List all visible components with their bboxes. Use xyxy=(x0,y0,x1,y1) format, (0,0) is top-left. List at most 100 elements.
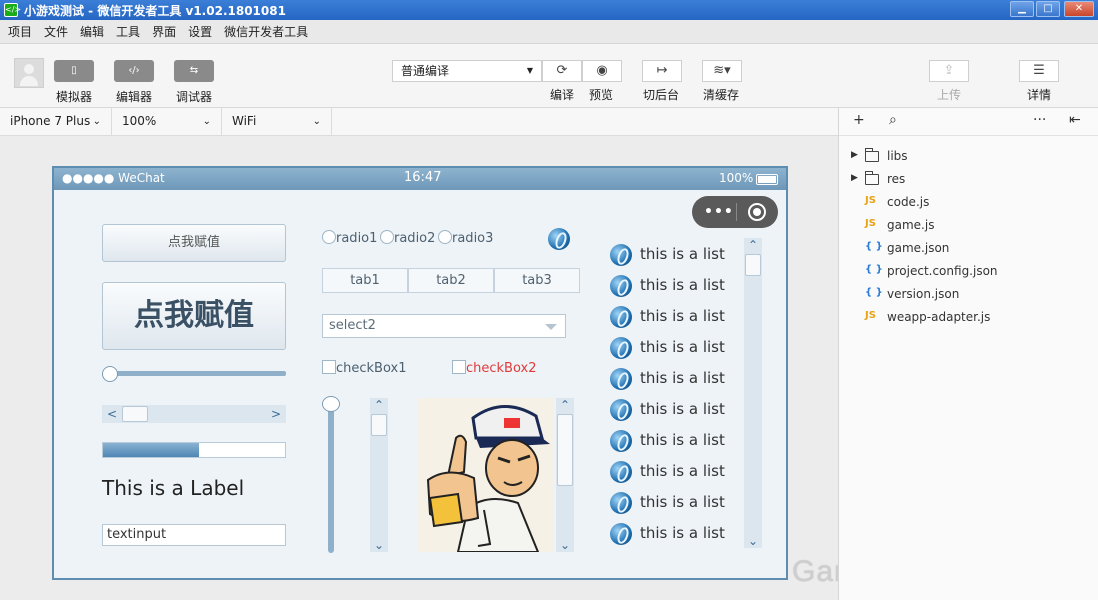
radio-circle[interactable] xyxy=(438,230,452,244)
file-item[interactable]: { } version.json xyxy=(839,283,1098,306)
debugger-label: 调试器 xyxy=(175,90,212,104)
menu-wechat-devtools[interactable]: 微信开发者工具 xyxy=(218,20,314,44)
radio-circle[interactable] xyxy=(322,230,336,244)
menu-edit[interactable]: 编辑 xyxy=(74,20,110,44)
scroll-down-icon[interactable]: ⌄ xyxy=(370,538,388,552)
list-item[interactable]: this is a list xyxy=(610,333,740,363)
scroll-up-icon[interactable]: ⌃ xyxy=(370,398,388,412)
zoom-value: 100% xyxy=(122,114,157,128)
js-file-icon: JS xyxy=(865,195,876,206)
close-window-button[interactable]: ✕ xyxy=(1064,1,1094,17)
text-input[interactable]: textinput xyxy=(102,524,286,546)
list-item[interactable]: this is a list xyxy=(610,364,740,394)
chevron-right-icon[interactable]: ▶ xyxy=(851,173,858,183)
tab-3[interactable]: tab3 xyxy=(494,268,580,293)
list-item[interactable]: this is a list xyxy=(610,488,740,518)
tab-1[interactable]: tab1 xyxy=(322,268,408,293)
label-text: This is a Label xyxy=(102,476,245,500)
carrier-signal: ●●●●● WeChat xyxy=(62,171,165,185)
scroll-thumb[interactable] xyxy=(371,414,387,436)
list-item[interactable]: this is a list xyxy=(610,457,740,487)
assign-button-small[interactable]: 点我赋值 xyxy=(102,224,286,262)
scroll-thumb[interactable] xyxy=(122,406,148,422)
scroll-thumb[interactable] xyxy=(745,254,761,276)
assign-button-large[interactable]: 点我赋值 xyxy=(102,282,286,350)
avatar[interactable] xyxy=(14,58,44,88)
list-item[interactable]: this is a list xyxy=(610,271,740,301)
code-icon: ‹/› xyxy=(114,60,154,82)
device-value: iPhone 7 Plus xyxy=(10,114,91,128)
file-item[interactable]: { } project.config.json xyxy=(839,260,1098,283)
vertical-slider-track[interactable] xyxy=(328,403,334,553)
image-vertical-scrollbar[interactable]: ⌃ ⌄ xyxy=(556,398,574,552)
radio-circle[interactable] xyxy=(380,230,394,244)
network-value: WiFi xyxy=(232,114,257,128)
debugger-toggle-button[interactable]: ⇆ 调试器 xyxy=(174,60,214,105)
background-button[interactable]: ↦ xyxy=(642,60,682,82)
file-item[interactable]: { } game.json xyxy=(839,237,1098,260)
radio-option-2[interactable]: radio2 xyxy=(380,230,435,246)
vertical-scrollbar[interactable]: ⌃ ⌄ xyxy=(370,398,388,552)
zoom-select[interactable]: 100% ⌄ xyxy=(112,108,222,135)
search-icon[interactable]: ⌕ xyxy=(889,112,897,128)
more-options-icon[interactable]: ··· xyxy=(1033,112,1046,128)
vertical-slider-thumb[interactable] xyxy=(322,396,340,412)
simulator-toggle-button[interactable]: ▯ 模拟器 xyxy=(54,60,94,105)
list-item[interactable]: this is a list xyxy=(610,240,740,270)
radio-option-1[interactable]: radio1 xyxy=(322,230,377,246)
menu-file[interactable]: 文件 xyxy=(38,20,74,44)
file-item[interactable]: JS weapp-adapter.js xyxy=(839,306,1098,329)
device-select[interactable]: iPhone 7 Plus ⌄ xyxy=(0,108,112,135)
checkbox-square[interactable] xyxy=(452,360,466,374)
more-dots-icon[interactable]: ••• xyxy=(704,204,734,220)
compile-button[interactable]: ⟳ xyxy=(542,60,582,82)
scroll-down-icon[interactable]: ⌄ xyxy=(556,538,574,552)
horizontal-slider-track[interactable] xyxy=(106,371,286,376)
close-target-icon[interactable] xyxy=(748,203,766,221)
scroll-down-icon[interactable]: ⌄ xyxy=(744,534,762,548)
tab-2[interactable]: tab2 xyxy=(408,268,494,293)
list-item[interactable]: this is a list xyxy=(610,302,740,332)
scroll-left-icon[interactable]: < xyxy=(107,405,117,423)
menu-interface[interactable]: 界面 xyxy=(146,20,182,44)
checkbox-1[interactable]: checkBox1 xyxy=(322,360,407,376)
checkbox-square[interactable] xyxy=(322,360,336,374)
maximize-button[interactable]: □ xyxy=(1036,1,1060,17)
editor-toggle-button[interactable]: ‹/› 编辑器 xyxy=(114,60,154,105)
minimize-button[interactable]: ▁ xyxy=(1010,1,1034,17)
network-select[interactable]: WiFi ⌄ xyxy=(222,108,332,135)
menu-settings[interactable]: 设置 xyxy=(182,20,218,44)
file-item[interactable]: JS code.js xyxy=(839,191,1098,214)
details-button[interactable]: ☰ xyxy=(1019,60,1059,82)
blue-orb-icon xyxy=(610,461,632,483)
list-item-text: this is a list xyxy=(640,431,725,449)
menu-tools[interactable]: 工具 xyxy=(110,20,146,44)
compile-mode-select[interactable]: 普通编译 ▼ xyxy=(392,60,542,82)
checkbox-2[interactable]: checkBox2 xyxy=(452,360,537,376)
miniprogram-capsule[interactable]: ••• xyxy=(692,196,778,228)
horizontal-scrollbar[interactable]: < > xyxy=(102,405,286,423)
scroll-thumb[interactable] xyxy=(557,414,573,486)
menu-project[interactable]: 项目 xyxy=(0,20,38,44)
upload-button[interactable]: ⇪ xyxy=(929,60,969,82)
radio-option-3[interactable]: radio3 xyxy=(438,230,493,246)
horizontal-slider-thumb[interactable] xyxy=(102,366,118,382)
file-name: project.config.json xyxy=(887,264,998,278)
file-item[interactable]: JS game.js xyxy=(839,214,1098,237)
list-item[interactable]: this is a list xyxy=(610,519,740,549)
chevron-right-icon[interactable]: ▶ xyxy=(851,150,858,160)
scroll-up-icon[interactable]: ⌃ xyxy=(744,238,762,252)
select-dropdown[interactable]: select2 xyxy=(322,314,566,338)
switch-icon: ↦ xyxy=(656,63,668,78)
list-item[interactable]: this is a list xyxy=(610,426,740,456)
clear-cache-button[interactable]: ≋▾ xyxy=(702,60,742,82)
scroll-right-icon[interactable]: > xyxy=(271,405,281,423)
add-file-icon[interactable]: + xyxy=(853,112,865,128)
preview-button[interactable]: ◉ xyxy=(582,60,622,82)
folder-item[interactable]: ▶ libs xyxy=(839,145,1098,168)
folder-item[interactable]: ▶ res xyxy=(839,168,1098,191)
scroll-up-icon[interactable]: ⌃ xyxy=(556,398,574,412)
list-vertical-scrollbar[interactable]: ⌃ ⌄ xyxy=(744,238,762,548)
collapse-panel-icon[interactable]: ⇤ xyxy=(1069,112,1081,128)
list-item[interactable]: this is a list xyxy=(610,395,740,425)
